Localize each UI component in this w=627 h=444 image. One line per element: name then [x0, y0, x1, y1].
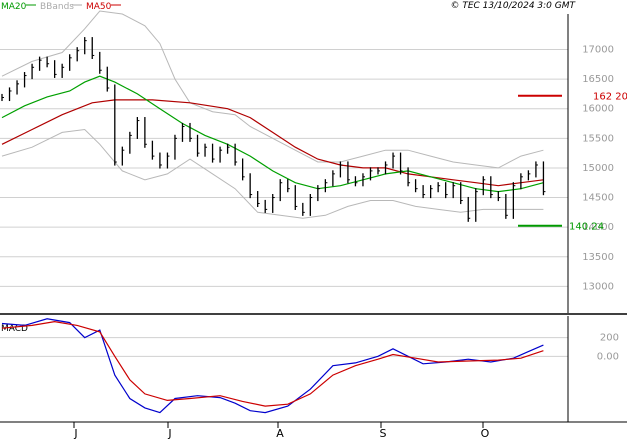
macd-panel: MACD 2000.00 — [0, 316, 619, 422]
legend: MA20 BBands MA50 — [1, 2, 121, 12]
legend-ma20-label: MA20 — [1, 2, 27, 12]
price-y-tick-label: 13000 — [582, 281, 614, 292]
stock-chart: MA20 BBands MA50 © TEC 13/10/2024 3:0 GM… — [0, 0, 627, 440]
macd-y-tick-label: 200 — [600, 333, 619, 344]
price-level-label: 162 20 — [593, 92, 627, 103]
price-y-tick-label: 15500 — [582, 133, 614, 144]
copyright-text: © TEC 13/10/2024 3:0 GMT — [450, 1, 576, 11]
macd-line — [1, 318, 544, 414]
macd-signal-line — [1, 320, 544, 407]
price-y-tick-label: 16500 — [582, 74, 614, 85]
ma20-line — [1, 75, 544, 193]
ma50-line — [1, 99, 544, 187]
macd-y-tick-labels: 200 0.00 — [597, 333, 619, 363]
bollinger-bands — [1, 10, 544, 219]
price-y-tick-label: 15000 — [582, 163, 614, 174]
bollinger-upper-band — [1, 10, 544, 169]
legend-ma50-label: MA50 — [86, 2, 112, 12]
x-axis-ticks: JJASO — [73, 422, 490, 440]
price-y-tick-labels: 1300013500140001450015000155001600016500… — [582, 45, 614, 293]
chart-canvas: MA20 BBands MA50 © TEC 13/10/2024 3:0 GM… — [0, 1, 627, 440]
ma50-series-line — [1, 99, 544, 187]
price-gridlines — [0, 49, 568, 287]
price-level-label: 140.24 — [569, 222, 604, 233]
price-y-tick-label: 16000 — [582, 104, 614, 115]
legend-bbands-label: BBands — [40, 2, 74, 12]
price-y-tick-label: 13500 — [582, 252, 614, 263]
price-y-tick-label: 17000 — [582, 45, 614, 56]
macd-lines — [1, 318, 544, 414]
x-axis-tick-label: A — [276, 427, 284, 440]
x-axis-tick-label: O — [481, 427, 490, 440]
x-axis-tick-label: S — [380, 427, 387, 440]
price-y-tick-label: 14500 — [582, 193, 614, 204]
price-panel: 1300013500140001450015000155001600016500… — [0, 10, 627, 313]
macd-gridlines — [0, 337, 568, 357]
x-axis-tick-label: J — [167, 427, 171, 440]
macd-y-tick-label: 0.00 — [597, 351, 619, 362]
x-axis-tick-label: J — [73, 427, 77, 440]
ma20-series-line — [1, 75, 544, 193]
